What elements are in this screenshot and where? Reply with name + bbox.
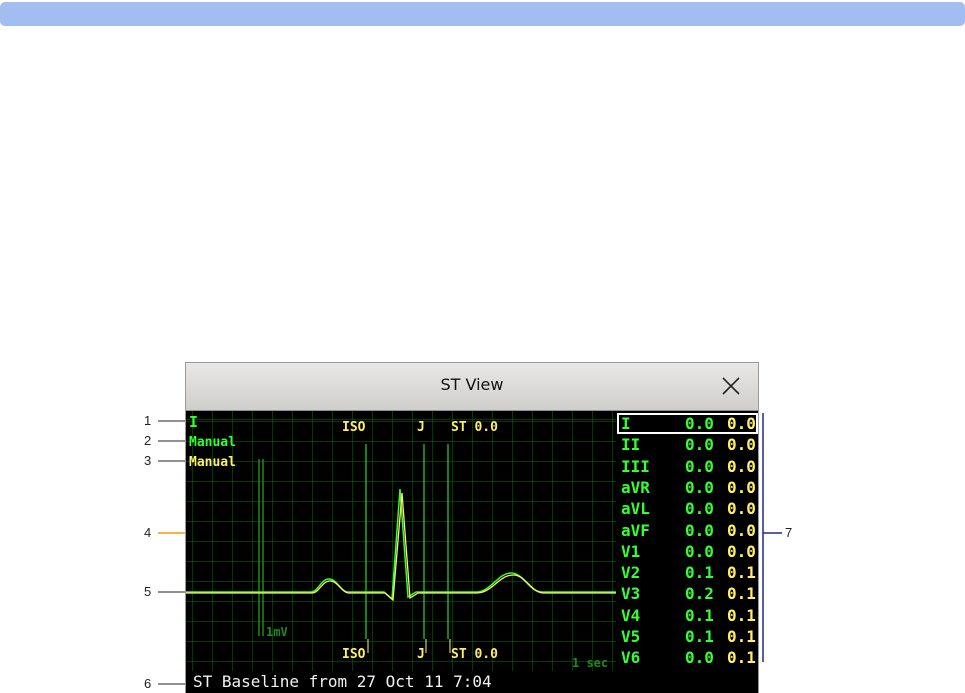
st-baseline-value: 0.0 (727, 520, 756, 540)
calibration-label: 1mV (266, 625, 288, 639)
st-baseline-value: 0.1 (727, 584, 756, 604)
st-row-v4[interactable]: V4 0.1 0.1 (617, 605, 758, 626)
j-label-top: J (417, 420, 425, 435)
st-row-v1[interactable]: V1 0.0 0.0 (617, 541, 758, 562)
st-lead-label: III (621, 456, 650, 476)
st-current-value: 0.0 (685, 477, 714, 497)
st-current-value: 0.0 (685, 456, 714, 476)
ecg-trace-yellow (186, 492, 616, 602)
iso-label-top: ISO (342, 420, 366, 435)
st-baseline-value: 0.1 (727, 563, 756, 583)
st-baseline-value: 0.0 (727, 499, 756, 519)
st-current-value: 0.0 (685, 414, 714, 433)
st-row-iii[interactable]: III 0.0 0.0 (617, 456, 758, 477)
st-lead-label: aVR (621, 477, 650, 497)
callout-1: 1 (144, 413, 152, 428)
ecg-wave-svg (186, 444, 616, 653)
st-current-value: 0.1 (685, 563, 714, 583)
lead-label: I (189, 413, 199, 431)
st-baseline-status: ST Baseline from 27 Oct 11 7:04 (186, 671, 758, 693)
callout-6: 6 (144, 676, 152, 691)
st-current-value: 0.0 (685, 541, 714, 561)
st-row-i[interactable]: I 0.0 0.0 (617, 413, 758, 434)
st-row-ii[interactable]: II 0.0 0.0 (617, 434, 758, 455)
manual-label-yellow: Manual (189, 455, 236, 470)
st-view-window: ST View I Manual Manual ISO J ST 0.0 ISO… (186, 363, 758, 693)
top-banner (0, 2, 965, 26)
st-baseline-value: 0.1 (727, 605, 756, 625)
st-lead-label: V3 (621, 584, 641, 604)
st-baseline-value: 0.1 (727, 648, 756, 668)
callout-3: 3 (144, 453, 152, 468)
st-row-avf[interactable]: aVF 0.0 0.0 (617, 520, 758, 541)
iso-label-bottom: ISO (342, 647, 366, 662)
st-lead-label: V5 (621, 627, 641, 646)
st-label-top: ST 0.0 (451, 420, 498, 435)
st-lead-label: V2 (621, 563, 641, 583)
st-current-value: 0.2 (685, 584, 714, 604)
st-row-avl[interactable]: aVL 0.0 0.0 (617, 498, 758, 519)
st-wave-area: I Manual Manual ISO J ST 0.0 ISO J ST 0.… (186, 411, 616, 693)
st-lead-label: V1 (621, 541, 641, 561)
st-lead-label: V4 (621, 605, 641, 625)
st-baseline-value: 0.0 (727, 477, 756, 497)
st-lead-label: aVL (621, 499, 650, 519)
callout-4: 4 (144, 525, 152, 540)
st-current-value: 0.0 (685, 648, 714, 668)
window-titlebar: ST View (186, 363, 758, 411)
st-row-v3[interactable]: V3 0.2 0.1 (617, 583, 758, 604)
manual-label-green: Manual (189, 435, 236, 450)
st-lead-label: II (621, 435, 641, 455)
window-title: ST View (440, 375, 504, 394)
j-label-bottom: J (417, 647, 425, 662)
st-baseline-value: 0.0 (727, 435, 756, 455)
st-row-v6[interactable]: V6 0.0 0.1 (617, 647, 758, 668)
callout-5: 5 (144, 584, 152, 599)
st-current-value: 0.0 (685, 499, 714, 519)
st-baseline-value: 0.0 (727, 414, 756, 433)
st-baseline-value: 0.1 (727, 627, 756, 646)
st-lead-label: aVF (621, 520, 650, 540)
close-button[interactable] (720, 375, 742, 397)
close-icon (722, 377, 740, 395)
st-baseline-value: 0.0 (727, 541, 756, 561)
st-current-value: 0.0 (685, 435, 714, 455)
st-row-v5[interactable]: V5 0.1 0.1 (617, 626, 758, 647)
st-current-value: 0.1 (685, 605, 714, 625)
st-baseline-value: 0.0 (727, 456, 756, 476)
st-values-panel: I 0.0 0.0 II 0.0 0.0 III 0.0 0.0 aVR 0.0 0.0 aVL 0.0 0… (617, 411, 758, 671)
st-label-bottom: ST 0.0 (451, 647, 498, 662)
callout-7: 7 (785, 525, 793, 540)
st-row-v2[interactable]: V2 0.1 0.1 (617, 562, 758, 583)
st-current-value: 0.1 (685, 627, 714, 646)
st-row-avr[interactable]: aVR 0.0 0.0 (617, 477, 758, 498)
callout-2: 2 (144, 433, 152, 448)
time-scale-label: 1 sec (572, 656, 609, 670)
st-lead-label: V6 (621, 648, 641, 668)
st-current-value: 0.0 (685, 520, 714, 540)
st-lead-label: I (621, 414, 631, 433)
